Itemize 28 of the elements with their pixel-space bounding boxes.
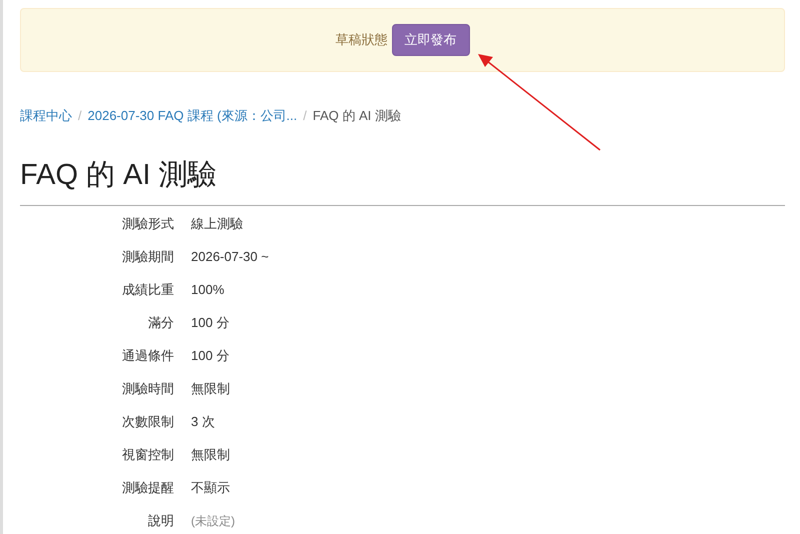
field-value: 100 分 (191, 346, 230, 365)
field-label: 測驗形式 (121, 214, 174, 233)
field-value: 線上測驗 (191, 214, 243, 233)
breadcrumb-link[interactable]: 2026-07-30 FAQ 課程 (來源：公司... (88, 106, 298, 126)
breadcrumb-link[interactable]: 課程中心 (20, 106, 72, 126)
field-value: 2026-07-30 ~ (191, 248, 269, 266)
field-value: 100 分 (191, 314, 230, 332)
field-label: 滿分 (147, 314, 174, 332)
field-value: 無限制 (191, 446, 230, 464)
field-value: 不顯示 (191, 478, 230, 497)
field-label: 通過條件 (121, 346, 174, 365)
field-label: 測驗期間 (121, 248, 174, 266)
field-label: 測驗時間 (121, 380, 174, 398)
field-value: 100% (191, 280, 224, 299)
field-label: 說明 (147, 512, 174, 530)
breadcrumb-separator: / (77, 107, 83, 126)
field-label: 成績比重 (121, 280, 174, 299)
page-title: FAQ 的 AI 測驗 (20, 156, 785, 206)
field-value: 3 次 (191, 412, 215, 431)
breadcrumb-separator: / (302, 107, 308, 126)
field-value: (未設定) (191, 512, 235, 530)
status-text: 草稿狀態 (336, 31, 388, 50)
breadcrumb-current: FAQ 的 AI 測驗 (312, 107, 401, 126)
publish-button[interactable]: 立即發布 (392, 24, 470, 56)
field-label: 視窗控制 (121, 446, 174, 464)
field-label: 次數限制 (121, 412, 174, 431)
field-label: 測驗提醒 (121, 478, 174, 497)
field-value: 無限制 (191, 380, 230, 398)
